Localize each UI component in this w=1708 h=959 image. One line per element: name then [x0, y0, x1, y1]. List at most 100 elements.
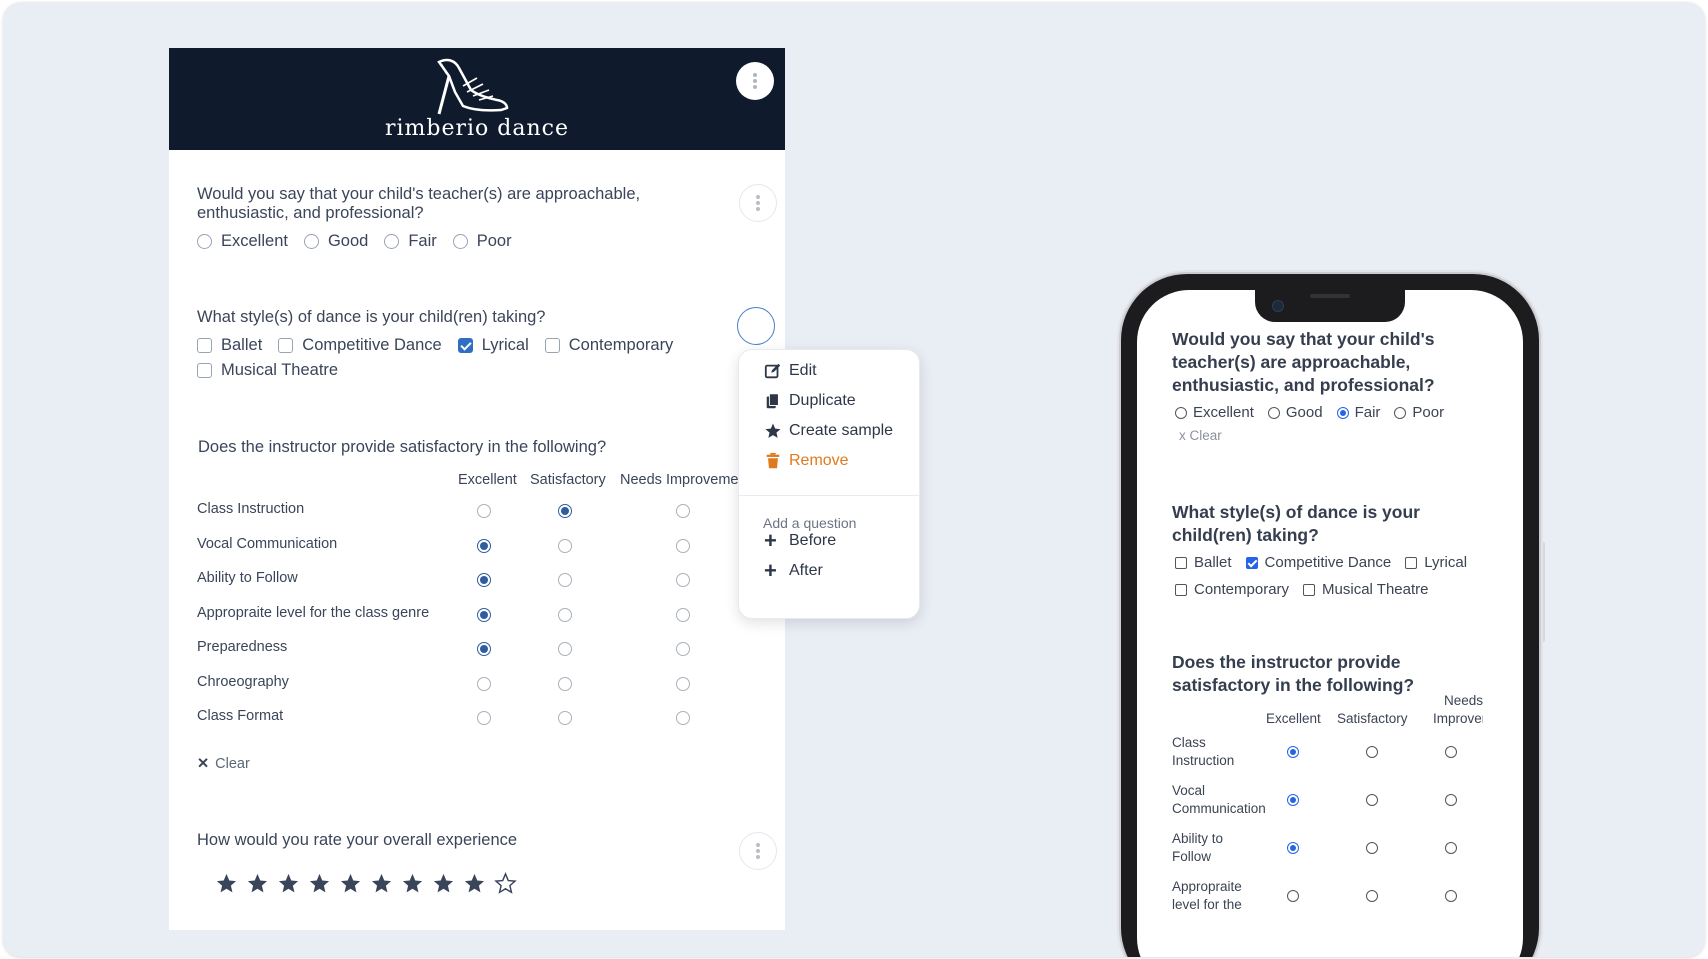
question-2-text: What style(s) of dance is your child(ren… — [197, 308, 546, 326]
phone-matrix-radio[interactable] — [1445, 794, 1457, 806]
menu-item-remove[interactable]: Remove — [764, 452, 849, 470]
star-rating — [215, 872, 517, 895]
matrix-radio[interactable] — [676, 711, 690, 725]
matrix-radio[interactable] — [558, 711, 572, 725]
star-filled-icon[interactable] — [463, 872, 486, 895]
question-1-more-icon[interactable] — [739, 184, 777, 222]
question-2-options-row1: Ballet Competitive Dance Lyrical Contemp… — [197, 336, 689, 355]
phone-question-1-text: Would you say that your child's teacher(… — [1172, 329, 1435, 395]
phone-q1-option-fair[interactable]: Fair — [1336, 404, 1380, 421]
matrix-radio[interactable] — [477, 608, 491, 622]
menu-item-create-sample[interactable]: Create sample — [764, 422, 893, 440]
matrix-row-label: Appropraite level for the class genre — [197, 605, 430, 621]
matrix-radio[interactable] — [558, 642, 572, 656]
q1-option-poor[interactable]: Poor — [452, 232, 512, 251]
matrix-radio[interactable] — [477, 711, 491, 725]
phone-question-2-options-row2: Contemporary Musical Theatre — [1175, 581, 1442, 598]
matrix-radio[interactable] — [558, 539, 572, 553]
phone-q1-option-poor[interactable]: Poor — [1394, 404, 1444, 421]
phone-matrix-col-needs-improvement: Needs Improvem — [1433, 693, 1483, 726]
menu-item-add-before[interactable]: + Before — [764, 530, 836, 552]
matrix-col-needs-improvement: Needs Improveme — [620, 472, 739, 488]
phone-matrix-radio[interactable] — [1366, 794, 1378, 806]
q2-option-ballet[interactable]: Ballet — [197, 336, 262, 355]
phone-matrix-radio[interactable] — [1366, 746, 1378, 758]
menu-item-duplicate[interactable]: Duplicate — [764, 392, 856, 410]
phone-matrix-radio[interactable] — [1445, 842, 1457, 854]
question-2-options-row2: Musical Theatre — [197, 361, 354, 380]
add-question-label: Add a question — [763, 515, 857, 531]
q1-option-excellent[interactable]: Excellent — [197, 232, 288, 251]
matrix-col-excellent: Excellent — [458, 472, 517, 488]
header-more-icon[interactable] — [736, 62, 774, 100]
matrix-radio[interactable] — [477, 539, 491, 553]
matrix-radio[interactable] — [558, 608, 572, 622]
survey-form-card: rimberio dance Would you say that your c… — [169, 48, 785, 930]
question-4-more-icon[interactable] — [739, 832, 777, 870]
phone-matrix-row-label: Vocal Communication — [1172, 783, 1266, 816]
phone-matrix-radio[interactable] — [1366, 842, 1378, 854]
matrix-radio[interactable] — [477, 573, 491, 587]
q2-option-competitive-dance[interactable]: Competitive Dance — [278, 336, 442, 355]
matrix-radio[interactable] — [477, 677, 491, 691]
matrix-radio[interactable] — [676, 539, 690, 553]
matrix-clear-button[interactable]: ✕ Clear — [197, 756, 250, 772]
matrix-row-label: Ability to Follow — [197, 570, 298, 586]
matrix-radio[interactable] — [477, 642, 491, 656]
phone-q2-option-musical-theatre[interactable]: Musical Theatre — [1303, 581, 1428, 598]
question-3-text: Does the instructor provide satisfactory… — [198, 438, 607, 456]
duplicate-icon — [766, 393, 779, 409]
phone-question-2-text: What style(s) of dance is your child(ren… — [1172, 502, 1420, 545]
menu-item-add-after[interactable]: + After — [764, 558, 823, 583]
matrix-radio[interactable] — [477, 504, 491, 518]
q1-option-fair[interactable]: Fair — [384, 232, 437, 251]
q2-option-lyrical[interactable]: Lyrical — [457, 336, 529, 355]
phone-side-button — [1541, 542, 1545, 642]
star-filled-icon[interactable] — [308, 872, 331, 895]
phone-matrix-radio[interactable] — [1287, 890, 1299, 902]
matrix-radio[interactable] — [676, 642, 690, 656]
phone-matrix-col-satisfactory: Satisfactory — [1337, 711, 1408, 726]
star-filled-icon[interactable] — [339, 872, 362, 895]
star-filled-icon[interactable] — [215, 872, 238, 895]
phone-matrix-radio[interactable] — [1287, 842, 1299, 854]
brand-name: rimberio dance — [384, 116, 570, 141]
phone-q2-option-competitive-dance[interactable]: Competitive Dance — [1245, 554, 1391, 571]
matrix-row-label: Vocal Communication — [197, 536, 338, 552]
menu-item-edit[interactable]: Edit — [764, 362, 817, 380]
phone-matrix-radio[interactable] — [1366, 890, 1378, 902]
star-filled-icon[interactable] — [277, 872, 300, 895]
phone-q1-option-excellent[interactable]: Excellent — [1175, 404, 1254, 421]
matrix-radio[interactable] — [676, 608, 690, 622]
q2-option-musical-theatre[interactable]: Musical Theatre — [197, 361, 338, 380]
phone-q2-option-contemporary[interactable]: Contemporary — [1175, 581, 1289, 598]
phone-q2-option-lyrical[interactable]: Lyrical — [1405, 554, 1467, 571]
phone-q1-clear-button[interactable]: x Clear — [1179, 428, 1222, 443]
phone-matrix-radio[interactable] — [1287, 794, 1299, 806]
close-icon: ✕ — [197, 756, 210, 772]
matrix-radio[interactable] — [558, 677, 572, 691]
matrix-radio[interactable] — [558, 573, 572, 587]
star-filled-icon[interactable] — [246, 872, 269, 895]
star-empty-icon[interactable] — [494, 872, 517, 895]
matrix-radio[interactable] — [676, 573, 690, 587]
phone-q2-option-ballet[interactable]: Ballet — [1175, 554, 1232, 571]
phone-question-1-options: Excellent Good Fair Poor — [1175, 404, 1458, 421]
matrix-col-satisfactory: Satisfactory — [530, 472, 606, 488]
matrix-radio[interactable] — [676, 677, 690, 691]
phone-q1-option-good[interactable]: Good — [1267, 404, 1323, 421]
q2-option-contemporary[interactable]: Contemporary — [544, 336, 673, 355]
star-filled-icon[interactable] — [370, 872, 393, 895]
matrix-radio[interactable] — [558, 504, 572, 518]
phone-matrix-radio[interactable] — [1445, 890, 1457, 902]
q1-option-good[interactable]: Good — [303, 232, 368, 251]
question-2-more-icon[interactable] — [737, 307, 775, 345]
matrix-radio[interactable] — [676, 504, 690, 518]
star-filled-icon[interactable] — [401, 872, 424, 895]
dance-shoe-logo-icon — [437, 58, 509, 115]
plus-icon: + — [764, 558, 777, 583]
star-filled-icon[interactable] — [432, 872, 455, 895]
phone-matrix-radio[interactable] — [1287, 746, 1299, 758]
trash-icon — [766, 452, 780, 469]
phone-matrix-radio[interactable] — [1445, 746, 1457, 758]
